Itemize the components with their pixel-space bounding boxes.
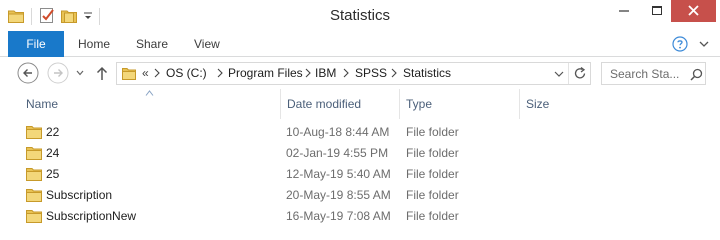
recent-locations-icon[interactable] bbox=[76, 69, 84, 77]
maximize-icon[interactable] bbox=[644, 0, 670, 22]
folder-icon bbox=[26, 189, 42, 202]
breadcrumb-overflow[interactable]: « bbox=[142, 66, 149, 80]
breadcrumb-os-c[interactable]: OS (C:) bbox=[166, 66, 207, 80]
column-header-type[interactable]: Type bbox=[399, 89, 518, 119]
file-date-modified: 10-Aug-18 8:44 AM bbox=[286, 125, 390, 139]
search-placeholder: Search Sta... bbox=[610, 67, 680, 81]
file-name: 24 bbox=[46, 146, 60, 160]
column-header-date-modified[interactable]: Date modified bbox=[280, 89, 398, 119]
tab-home[interactable]: Home bbox=[78, 31, 110, 57]
file-date-modified: 20-May-19 8:55 AM bbox=[286, 188, 391, 202]
tab-share[interactable]: Share bbox=[136, 31, 168, 57]
chevron-right-icon[interactable] bbox=[153, 67, 161, 79]
refresh-icon[interactable] bbox=[573, 66, 587, 81]
file-name: 25 bbox=[46, 167, 60, 181]
toolbar-divider bbox=[31, 8, 32, 25]
search-input[interactable]: Search Sta... bbox=[601, 62, 706, 85]
file-row[interactable]: Subscription 20-May-19 8:55 AM File fold… bbox=[20, 185, 580, 206]
breadcrumb-statistics[interactable]: Statistics bbox=[403, 66, 451, 80]
breadcrumb-program-files[interactable]: Program Files bbox=[228, 66, 303, 80]
new-folder-icon[interactable] bbox=[61, 9, 77, 23]
chevron-right-icon[interactable] bbox=[342, 67, 350, 79]
file-type: File folder bbox=[406, 146, 459, 160]
address-bar[interactable]: « OS (C:) Program Files IBM SPSS Statist… bbox=[116, 62, 591, 85]
file-name: SubscriptionNew bbox=[46, 209, 137, 223]
search-icon[interactable] bbox=[690, 68, 703, 81]
minimize-icon[interactable] bbox=[604, 0, 644, 22]
navigation-bar: « OS (C:) Program Files IBM SPSS Statist… bbox=[0, 57, 720, 89]
folder-icon bbox=[26, 126, 42, 139]
file-type: File folder bbox=[406, 188, 459, 202]
column-header-name[interactable]: Name bbox=[20, 89, 279, 119]
folder-icon bbox=[26, 147, 42, 160]
folder-icon bbox=[26, 210, 42, 223]
tab-file[interactable]: File bbox=[8, 31, 64, 57]
title-bar: Statistics bbox=[0, 0, 720, 31]
breadcrumb-ibm[interactable]: IBM bbox=[315, 66, 336, 80]
chevron-right-icon[interactable] bbox=[216, 67, 224, 79]
column-header-row: Name Date modified Type Size bbox=[0, 89, 720, 119]
toolbar-divider bbox=[99, 8, 100, 25]
forward-arrow-icon[interactable] bbox=[47, 62, 69, 84]
chevron-right-icon[interactable] bbox=[390, 67, 398, 79]
file-row[interactable]: 22 10-Aug-18 8:44 AM File folder bbox=[20, 122, 580, 143]
column-header-size[interactable]: Size bbox=[519, 89, 599, 119]
expand-ribbon-icon[interactable] bbox=[697, 38, 711, 50]
close-icon[interactable] bbox=[671, 0, 716, 22]
file-date-modified: 16-May-19 7:08 AM bbox=[286, 209, 391, 223]
help-icon[interactable] bbox=[672, 36, 688, 52]
file-row[interactable]: 24 02-Jan-19 4:55 PM File folder bbox=[20, 143, 580, 164]
breadcrumb-spss[interactable]: SPSS bbox=[355, 66, 387, 80]
file-name: 22 bbox=[46, 125, 60, 139]
file-type: File folder bbox=[406, 125, 459, 139]
file-date-modified: 02-Jan-19 4:55 PM bbox=[286, 146, 389, 160]
quick-access-dropdown-icon[interactable] bbox=[82, 9, 94, 23]
chevron-right-icon[interactable] bbox=[304, 67, 312, 79]
back-arrow-icon[interactable] bbox=[17, 62, 39, 84]
folder-icon bbox=[26, 168, 42, 181]
ribbon-tab-bar: File Home Share View bbox=[0, 31, 720, 57]
file-type: File folder bbox=[406, 167, 459, 181]
address-divider bbox=[568, 63, 569, 84]
file-row[interactable]: 25 12-May-19 5:40 AM File folder bbox=[20, 164, 580, 185]
properties-icon[interactable] bbox=[39, 7, 55, 24]
tab-view[interactable]: View bbox=[194, 31, 220, 57]
chevron-down-icon[interactable] bbox=[553, 68, 565, 80]
file-row[interactable]: SubscriptionNew 16-May-19 7:08 AM File f… bbox=[20, 206, 580, 227]
folder-icon bbox=[122, 68, 136, 80]
file-name: Subscription bbox=[46, 188, 113, 202]
file-date-modified: 12-May-19 5:40 AM bbox=[286, 167, 391, 181]
folder-icon[interactable] bbox=[8, 9, 24, 23]
file-type: File folder bbox=[406, 209, 459, 223]
up-arrow-icon[interactable] bbox=[95, 65, 109, 81]
